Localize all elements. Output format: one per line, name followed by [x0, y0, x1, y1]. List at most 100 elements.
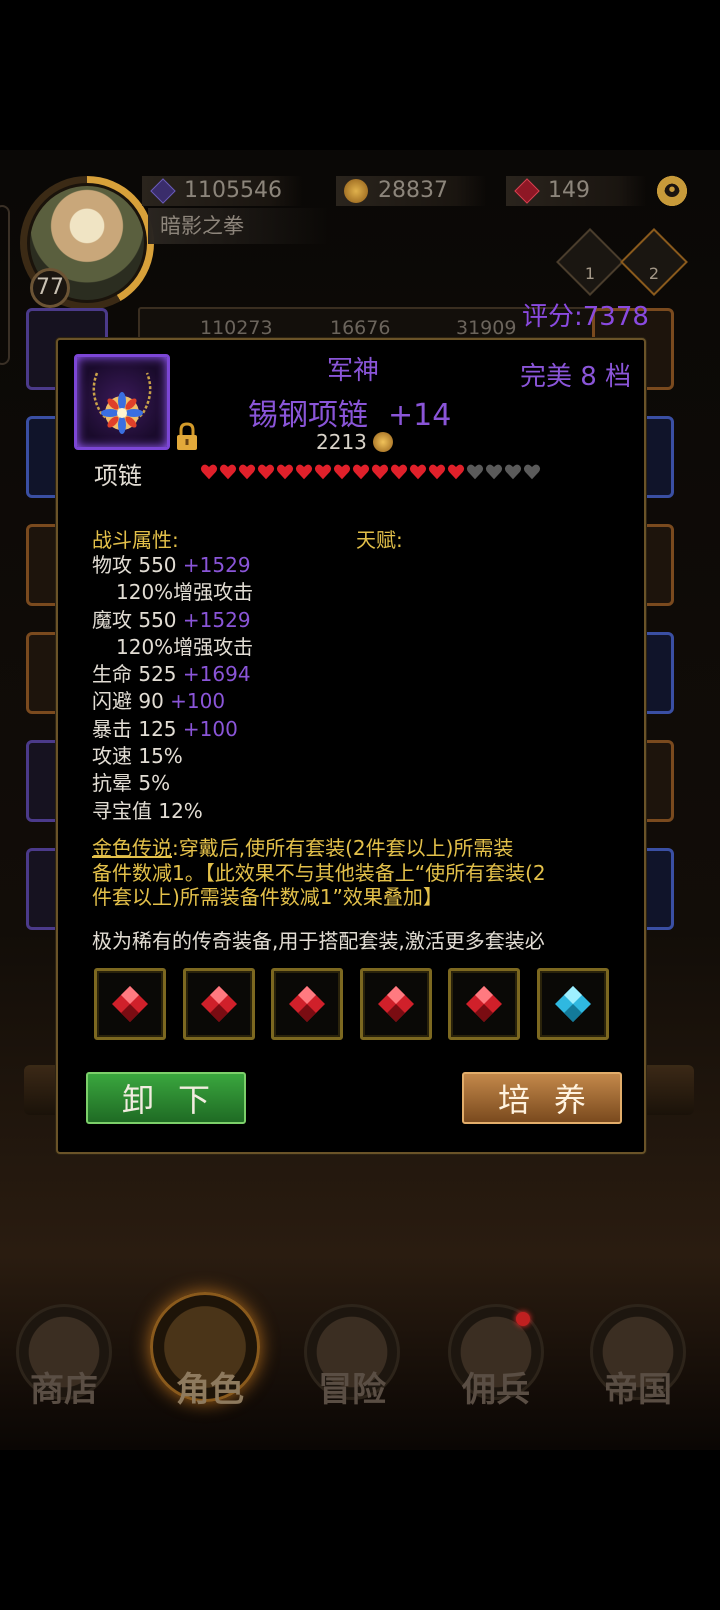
heart-filled-icon [333, 464, 351, 480]
ruby-icon [514, 178, 540, 204]
game-screen: 77 1105546 28837 149 ⚙ 暗影之拳 1 2 110273 1… [0, 0, 720, 1610]
stat-bonus: +1694 [176, 662, 251, 687]
stat-text: 物攻 550 [92, 553, 177, 577]
stat-list: 物攻 550 +1529 120%增强攻击 魔攻 550 +1529 120%增强攻击… [92, 552, 352, 825]
gear-icon[interactable]: ⚙ [655, 173, 689, 209]
stat-text: 闪避 90 [92, 689, 164, 714]
gem-socket[interactable] [271, 968, 344, 1040]
player-name: 暗影之拳 [148, 208, 328, 244]
side-drawer-handle[interactable] [0, 205, 10, 365]
gem-socket[interactable] [359, 968, 432, 1040]
ruby-amount: 149 [548, 178, 590, 203]
heart-filled-icon [200, 464, 218, 480]
heart-filled-icon [314, 464, 332, 480]
legend-name: 金色传说 [92, 836, 172, 860]
heart-filled-icon [409, 464, 427, 480]
stat-effect-row: 120%增强攻击 [92, 634, 352, 661]
stat-text: 抗晕 5% [92, 771, 171, 796]
heart-empty-icon [466, 464, 484, 480]
nav-adventure[interactable]: 冒险 [292, 1300, 412, 1410]
lock-icon[interactable] [174, 422, 200, 452]
heart-empty-icon [523, 464, 541, 480]
nav-adventure-label: 冒险 [318, 1370, 386, 1410]
necklace-icon [92, 372, 152, 434]
legend-effect: 金色传说:穿戴后,使所有套装(2件套以上)所需装 备件数减1。【此效果不与其他装… [92, 836, 612, 910]
level-badge: 77 [30, 268, 70, 308]
gem-amount: 1105546 [184, 178, 282, 203]
nav-shop-label: 商店 [30, 1370, 98, 1410]
red-gem-icon [466, 986, 503, 1022]
stat-bonus: +1529 [176, 553, 251, 577]
heart-filled-icon [390, 464, 408, 480]
stat-row: 生命 525 +1694 [92, 661, 352, 688]
gem-socket[interactable] [448, 968, 521, 1040]
red-gem-icon [289, 986, 326, 1022]
nav-character[interactable]: 角色 [150, 1292, 270, 1410]
stat-text: 魔攻 550 [92, 607, 177, 632]
item-enhance-level: +14 [388, 398, 452, 433]
legend-line-1: 金色传说:穿戴后,使所有套装(2件套以上)所需装 [92, 836, 612, 861]
item-title: 锡钢项链 +14 [248, 390, 478, 434]
heart-filled-icon [238, 464, 256, 480]
gold-amount: 28837 [378, 178, 448, 203]
nav-shop[interactable]: 商店 [4, 1300, 124, 1410]
stat-text: 120%增强攻击 [116, 580, 254, 605]
stat-row: 物攻 550 +1529 [92, 552, 352, 579]
notification-dot [516, 1312, 530, 1326]
legend-line-2: 备件数减1。【此效果不与其他装备上“使所有套装(2 [92, 860, 546, 885]
gem-socket[interactable] [182, 968, 255, 1040]
heart-filled-icon [447, 464, 465, 480]
red-gem-icon [377, 986, 414, 1022]
item-price: 2213 [316, 430, 393, 454]
cyan-gem-icon [555, 986, 591, 1022]
nav-empire[interactable]: 帝国 [578, 1300, 698, 1410]
heart-filled-icon [371, 464, 389, 480]
heart-filled-icon [219, 464, 237, 480]
stat-row: 抗晕 5% [92, 770, 352, 797]
item-description[interactable]: 极为稀有的传奇装备,用于搭配套装,激活更多套装必 [92, 928, 612, 954]
rank-number-2: 2 [648, 264, 660, 283]
currency-gems[interactable]: 1105546 [142, 176, 302, 206]
heart-filled-icon [295, 464, 313, 480]
score-label: 评分:7378 [522, 302, 649, 332]
combat-attributes-label: 战斗属性: [92, 528, 179, 552]
gold-coin-icon [344, 179, 368, 203]
stat-bonus: +1529 [176, 607, 251, 632]
rank-number-1: 1 [584, 264, 596, 283]
stat-row: 闪避 90 +100 [92, 688, 352, 715]
heart-filled-icon [352, 464, 370, 480]
stat-effect-row: 120%增强攻击 [92, 579, 352, 606]
item-set-name: 军神 [326, 356, 379, 386]
legend-line-3: 件套以上)所需装备件数减1”效果叠加】 [92, 885, 443, 909]
talent-label: 天赋: [356, 528, 403, 552]
stat-text: 寻宝值 12% [92, 798, 203, 823]
red-gem-icon [200, 986, 237, 1022]
train-button[interactable]: 培养 [462, 1072, 622, 1124]
nav-mercenary[interactable]: 佣兵 [436, 1300, 556, 1410]
unequip-button[interactable]: 卸下 [86, 1072, 246, 1124]
heart-empty-icon [504, 464, 522, 480]
stat-row: 魔攻 550 +1529 [92, 607, 352, 634]
stat-text: 120%增强攻击 [116, 634, 254, 659]
stat-row: 寻宝值 12% [92, 798, 352, 825]
stat-text: 攻速 15% [92, 744, 183, 769]
gem-socket[interactable] [537, 968, 609, 1040]
gem-socket[interactable] [94, 968, 166, 1040]
stat-text: 暴击 125 [92, 716, 177, 741]
legend-text-1: :穿戴后,使所有套装(2件套以上)所需装 [172, 836, 514, 860]
star-level-hearts [200, 462, 542, 484]
gold-coin-icon [372, 432, 393, 452]
heart-filled-icon [428, 464, 446, 480]
item-icon-frame [74, 354, 170, 450]
item-name: 锡钢项链 [248, 398, 368, 433]
currency-ruby[interactable]: 149 [506, 176, 646, 206]
nav-character-label: 角色 [176, 1370, 244, 1410]
stat-bonus: +100 [176, 716, 238, 741]
gem-icon [150, 178, 176, 204]
stat-row: 攻速 15% [92, 743, 352, 770]
item-price-value: 2213 [316, 430, 367, 454]
currency-gold[interactable]: 28837 [336, 176, 486, 206]
heart-empty-icon [485, 464, 503, 480]
item-grade: 完美 8 档 [520, 362, 632, 392]
nav-mercenary-label: 佣兵 [462, 1370, 530, 1410]
